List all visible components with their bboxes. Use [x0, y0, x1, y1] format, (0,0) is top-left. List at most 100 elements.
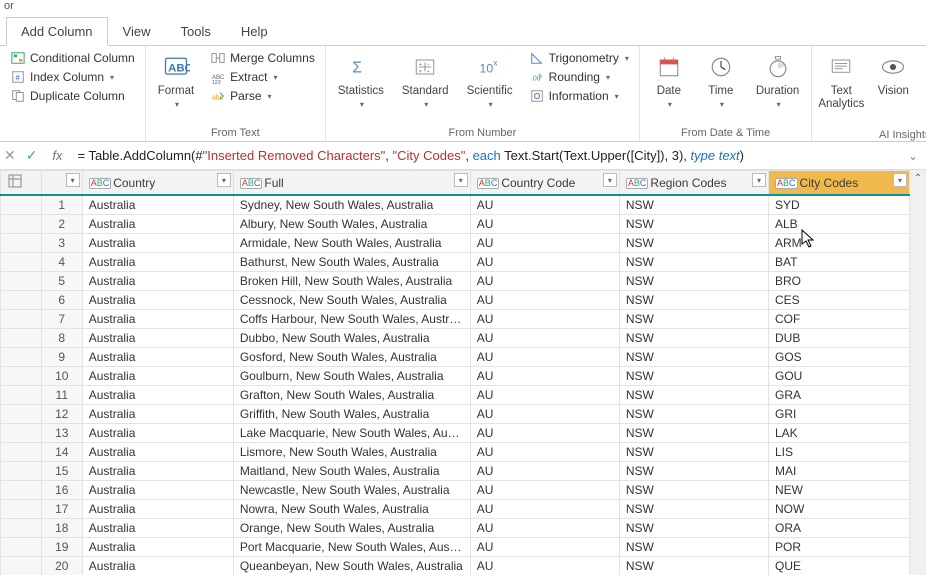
- row-selector[interactable]: [1, 405, 42, 424]
- text-analytics-button[interactable]: Text Analytics: [818, 49, 864, 113]
- cell-city-codes[interactable]: ALB: [769, 215, 910, 234]
- table-row[interactable]: 18AustraliaOrange, New South Wales, Aust…: [1, 519, 910, 538]
- azure-ml-button[interactable]: Azure Machine Learning: [922, 49, 926, 127]
- cell-full[interactable]: Grafton, New South Wales, Australia: [233, 386, 470, 405]
- cell-city-codes[interactable]: SYD: [769, 195, 910, 215]
- row-selector[interactable]: [1, 195, 42, 215]
- row-selector[interactable]: [1, 519, 42, 538]
- cell-region-codes[interactable]: NSW: [619, 195, 768, 215]
- cell-region-codes[interactable]: NSW: [619, 538, 768, 557]
- formula-commit-icon[interactable]: ✓: [26, 147, 38, 164]
- tab-add-column[interactable]: Add Column: [6, 17, 108, 46]
- filter-icon[interactable]: ▾: [217, 173, 231, 187]
- cell-country-code[interactable]: AU: [470, 215, 619, 234]
- filter-icon[interactable]: ▾: [603, 173, 617, 187]
- cell-country[interactable]: Australia: [82, 215, 233, 234]
- cell-country[interactable]: Australia: [82, 519, 233, 538]
- filter-icon[interactable]: ▾: [893, 173, 907, 187]
- table-row[interactable]: 3AustraliaArmidale, New South Wales, Aus…: [1, 234, 910, 253]
- cell-country[interactable]: Australia: [82, 195, 233, 215]
- cell-city-codes[interactable]: LIS: [769, 443, 910, 462]
- cell-region-codes[interactable]: NSW: [619, 310, 768, 329]
- cell-full[interactable]: Port Macquarie, New South Wales, Austral…: [233, 538, 470, 557]
- cell-country-code[interactable]: AU: [470, 195, 619, 215]
- cell-city-codes[interactable]: GRI: [769, 405, 910, 424]
- row-selector[interactable]: [1, 329, 42, 348]
- cell-city-codes[interactable]: ARM: [769, 234, 910, 253]
- cell-country-code[interactable]: AU: [470, 538, 619, 557]
- cell-region-codes[interactable]: NSW: [619, 557, 768, 576]
- cell-full[interactable]: Queanbeyan, New South Wales, Australia: [233, 557, 470, 576]
- vertical-scrollbar[interactable]: ⌃: [910, 170, 926, 575]
- row-selector[interactable]: [1, 500, 42, 519]
- cell-city-codes[interactable]: BAT: [769, 253, 910, 272]
- table-row[interactable]: 16AustraliaNewcastle, New South Wales, A…: [1, 481, 910, 500]
- rownum-header[interactable]: ▾: [41, 171, 82, 196]
- table-row[interactable]: 9AustraliaGosford, New South Wales, Aust…: [1, 348, 910, 367]
- cell-region-codes[interactable]: NSW: [619, 253, 768, 272]
- cell-region-codes[interactable]: NSW: [619, 481, 768, 500]
- row-selector[interactable]: [1, 310, 42, 329]
- formula-expand-icon[interactable]: ⌄: [904, 149, 922, 163]
- cell-region-codes[interactable]: NSW: [619, 291, 768, 310]
- table-row[interactable]: 7AustraliaCoffs Harbour, New South Wales…: [1, 310, 910, 329]
- cell-city-codes[interactable]: LAK: [769, 424, 910, 443]
- cell-region-codes[interactable]: NSW: [619, 215, 768, 234]
- cell-country-code[interactable]: AU: [470, 500, 619, 519]
- table-corner[interactable]: [1, 171, 42, 196]
- cell-region-codes[interactable]: NSW: [619, 367, 768, 386]
- cell-full[interactable]: Bathurst, New South Wales, Australia: [233, 253, 470, 272]
- row-selector[interactable]: [1, 272, 42, 291]
- cell-region-codes[interactable]: NSW: [619, 519, 768, 538]
- cell-full[interactable]: Griffith, New South Wales, Australia: [233, 405, 470, 424]
- cell-full[interactable]: Goulburn, New South Wales, Australia: [233, 367, 470, 386]
- cell-country[interactable]: Australia: [82, 348, 233, 367]
- cell-full[interactable]: Sydney, New South Wales, Australia: [233, 195, 470, 215]
- cell-full[interactable]: Lake Macquarie, New South Wales, Austral…: [233, 424, 470, 443]
- cell-city-codes[interactable]: NEW: [769, 481, 910, 500]
- cell-full[interactable]: Dubbo, New South Wales, Australia: [233, 329, 470, 348]
- cell-country[interactable]: Australia: [82, 405, 233, 424]
- table-row[interactable]: 17AustraliaNowra, New South Wales, Austr…: [1, 500, 910, 519]
- table-row[interactable]: 19AustraliaPort Macquarie, New South Wal…: [1, 538, 910, 557]
- cell-country[interactable]: Australia: [82, 500, 233, 519]
- cell-country-code[interactable]: AU: [470, 557, 619, 576]
- cell-region-codes[interactable]: NSW: [619, 500, 768, 519]
- cell-city-codes[interactable]: POR: [769, 538, 910, 557]
- vision-button[interactable]: Vision: [870, 49, 916, 100]
- cell-country-code[interactable]: AU: [470, 405, 619, 424]
- cell-country[interactable]: Australia: [82, 367, 233, 386]
- table-row[interactable]: 13AustraliaLake Macquarie, New South Wal…: [1, 424, 910, 443]
- cell-country[interactable]: Australia: [82, 557, 233, 576]
- merge-columns-button[interactable]: Merge Columns: [206, 49, 319, 67]
- time-button[interactable]: Time▾: [698, 49, 744, 113]
- formula-cancel-icon[interactable]: ✕: [4, 147, 16, 164]
- cell-full[interactable]: Coffs Harbour, New South Wales, Australi…: [233, 310, 470, 329]
- table-row[interactable]: 12AustraliaGriffith, New South Wales, Au…: [1, 405, 910, 424]
- cell-city-codes[interactable]: ORA: [769, 519, 910, 538]
- cell-city-codes[interactable]: GRA: [769, 386, 910, 405]
- cell-city-codes[interactable]: GOS: [769, 348, 910, 367]
- table-row[interactable]: 2AustraliaAlbury, New South Wales, Austr…: [1, 215, 910, 234]
- filter-icon[interactable]: ▾: [66, 173, 80, 187]
- cell-country[interactable]: Australia: [82, 424, 233, 443]
- duplicate-column-button[interactable]: Duplicate Column: [6, 87, 139, 105]
- column-header-country[interactable]: ABC Country ▾: [82, 171, 233, 196]
- cell-city-codes[interactable]: BRO: [769, 272, 910, 291]
- table-row[interactable]: 10AustraliaGoulburn, New South Wales, Au…: [1, 367, 910, 386]
- cell-region-codes[interactable]: NSW: [619, 329, 768, 348]
- table-row[interactable]: 6AustraliaCessnock, New South Wales, Aus…: [1, 291, 910, 310]
- cell-country-code[interactable]: AU: [470, 462, 619, 481]
- cell-city-codes[interactable]: GOU: [769, 367, 910, 386]
- cell-country-code[interactable]: AU: [470, 329, 619, 348]
- row-selector[interactable]: [1, 424, 42, 443]
- duration-button[interactable]: Duration▾: [750, 49, 805, 113]
- cell-country[interactable]: Australia: [82, 329, 233, 348]
- statistics-button[interactable]: Σ Statistics▾: [332, 49, 390, 113]
- cell-region-codes[interactable]: NSW: [619, 348, 768, 367]
- cell-country[interactable]: Australia: [82, 481, 233, 500]
- cell-region-codes[interactable]: NSW: [619, 234, 768, 253]
- row-selector[interactable]: [1, 462, 42, 481]
- cell-full[interactable]: Lismore, New South Wales, Australia: [233, 443, 470, 462]
- cell-full[interactable]: Newcastle, New South Wales, Australia: [233, 481, 470, 500]
